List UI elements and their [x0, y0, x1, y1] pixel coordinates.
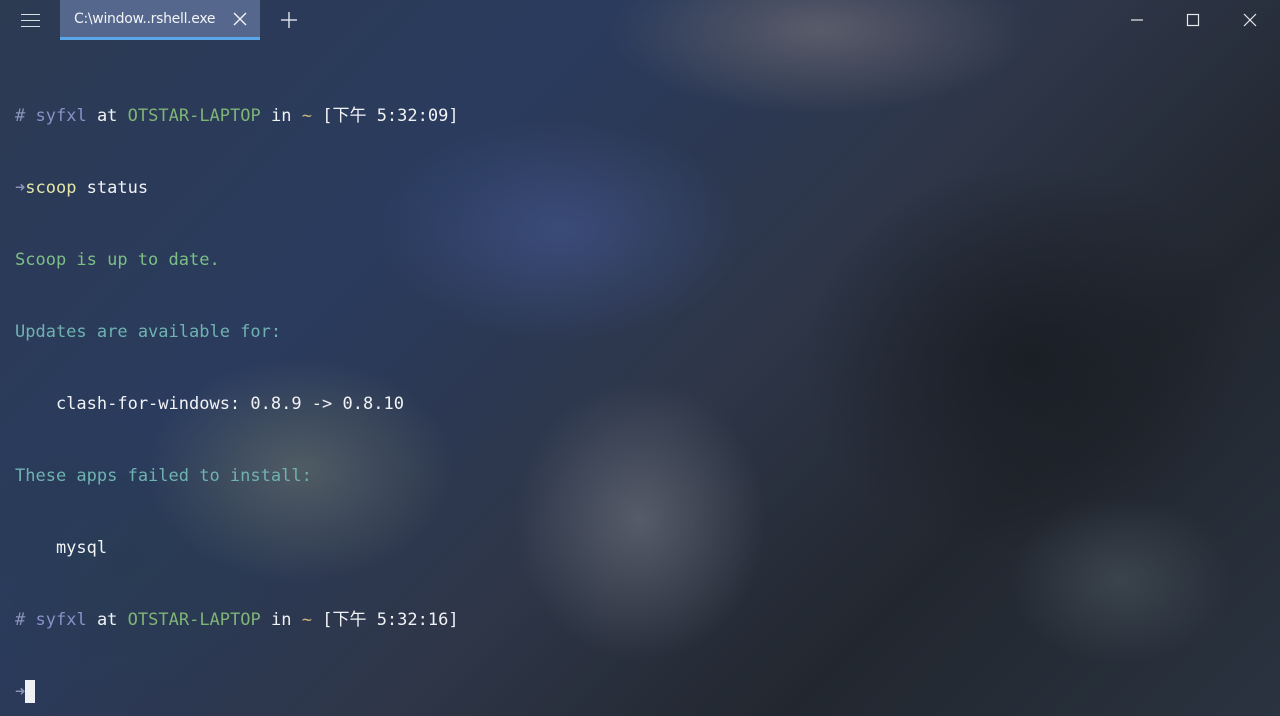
prompt-user: syfxl — [35, 106, 87, 126]
command-line: ➜scoop status — [15, 176, 459, 200]
new-tab-button[interactable] — [276, 8, 302, 32]
prompt-time: [下午 5:32:16] — [322, 610, 459, 630]
prompt-arrow-icon: ➜ — [15, 178, 26, 198]
tab-close-button[interactable] — [230, 9, 250, 29]
tab-title: C:\window..rshell.exe — [74, 11, 216, 27]
prompt-line: # syfxl at OTSTAR-LAPTOP in ~ [下午 5:32:0… — [15, 104, 459, 128]
prompt-at: at — [96, 106, 118, 126]
close-icon — [1243, 13, 1257, 27]
command-name: scoop — [25, 178, 77, 198]
minimize-icon — [1131, 19, 1143, 21]
close-icon — [233, 12, 247, 26]
terminal-output[interactable]: # syfxl at OTSTAR-LAPTOP in ~ [下午 5:32:0… — [15, 56, 459, 716]
prompt-at: at — [96, 610, 118, 630]
tab-powershell[interactable]: C:\window..rshell.exe — [60, 0, 260, 40]
output-line: These apps failed to install: — [15, 466, 312, 486]
maximize-icon — [1186, 13, 1200, 27]
command-args: status — [76, 178, 149, 198]
prompt-host: OTSTAR-LAPTOP — [127, 106, 261, 126]
close-window-button[interactable] — [1222, 0, 1278, 40]
output-line: mysql — [15, 538, 108, 558]
maximize-button[interactable] — [1165, 0, 1221, 40]
prompt-in: in — [270, 610, 292, 630]
menu-button[interactable] — [0, 0, 60, 40]
prompt-time: [下午 5:32:09] — [322, 106, 459, 126]
prompt-hash: # — [15, 610, 26, 630]
minimize-button[interactable] — [1109, 0, 1165, 40]
prompt-directory: ~ — [301, 610, 312, 630]
input-line[interactable]: ➜ — [15, 680, 459, 704]
hamburger-icon — [20, 13, 40, 27]
prompt-host: OTSTAR-LAPTOP — [127, 610, 261, 630]
prompt-directory: ~ — [301, 106, 312, 126]
title-bar: C:\window..rshell.exe — [0, 0, 1280, 40]
prompt-user: syfxl — [35, 610, 87, 630]
output-line: Scoop is up to date. — [15, 250, 220, 270]
prompt-arrow-icon: ➜ — [15, 682, 26, 702]
text-cursor — [25, 680, 36, 703]
prompt-line: # syfxl at OTSTAR-LAPTOP in ~ [下午 5:32:1… — [15, 608, 459, 632]
output-line: Updates are available for: — [15, 322, 282, 342]
output-line: clash-for-windows: 0.8.9 -> 0.8.10 — [15, 394, 404, 414]
prompt-in: in — [270, 106, 292, 126]
plus-icon — [281, 12, 297, 28]
prompt-hash: # — [15, 106, 26, 126]
